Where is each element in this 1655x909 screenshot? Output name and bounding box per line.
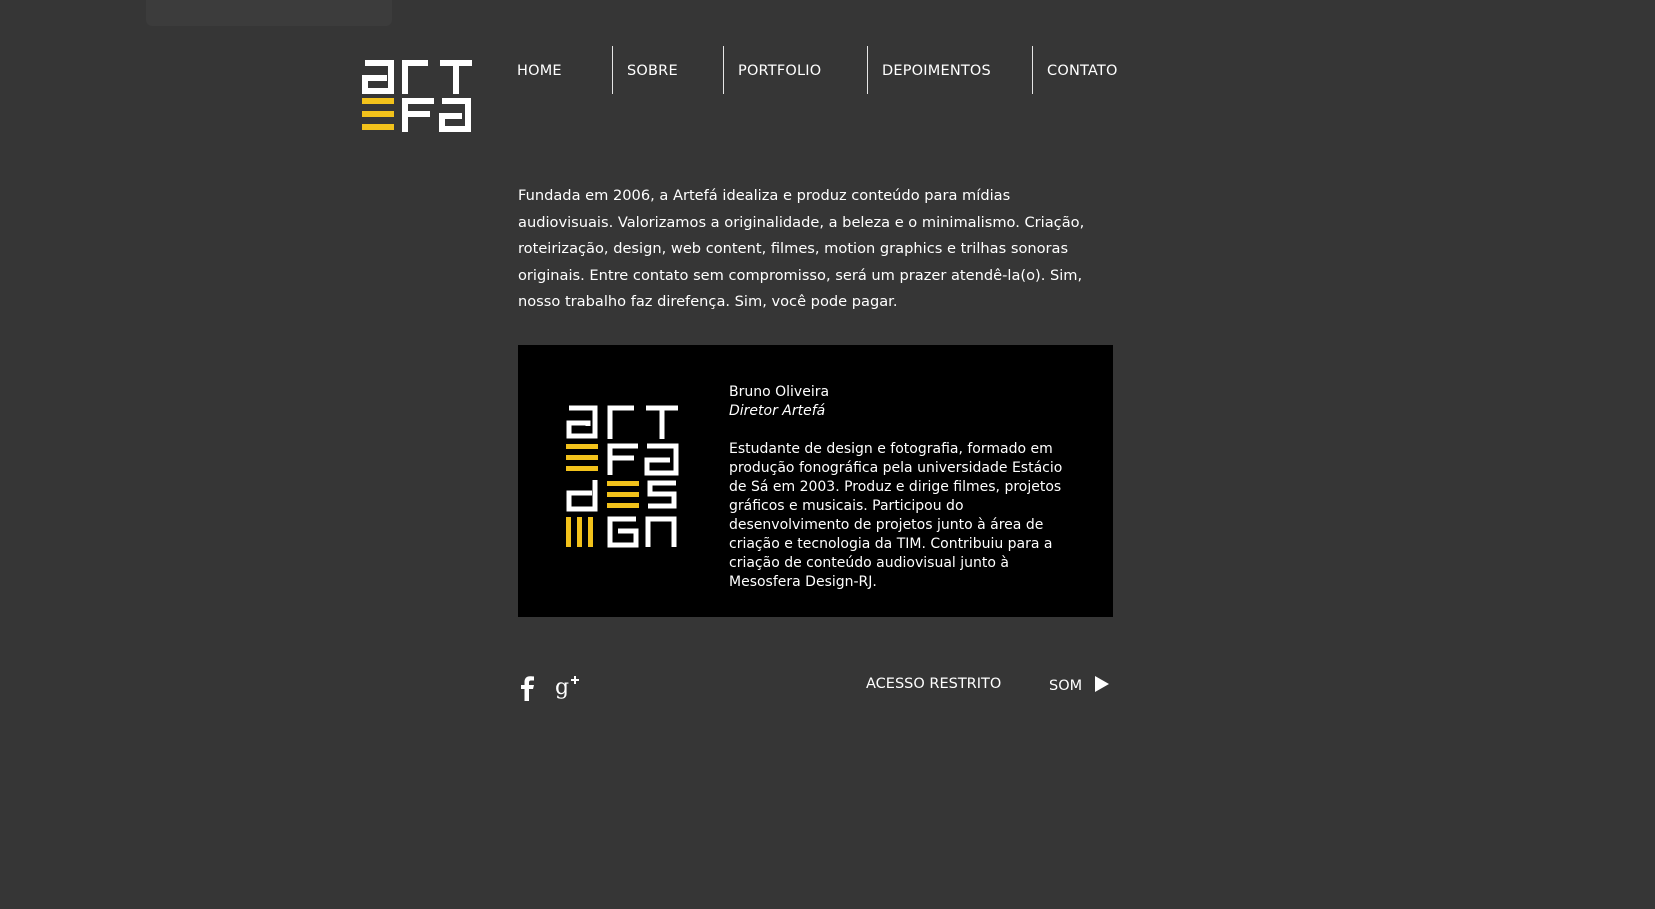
- profile-role: Diretor Artefá: [729, 403, 826, 419]
- intro-paragraph: Fundada em 2006, a Artefá idealiza e pro…: [518, 187, 1085, 311]
- nav-depoimentos[interactable]: DEPOIMENTOS: [868, 46, 1032, 94]
- nav-sobre[interactable]: SOBRE: [613, 46, 723, 94]
- profile-card: Bruno Oliveira Diretor Artefá Estudante …: [518, 345, 1113, 617]
- profile-bio: Estudante de design e fotografia, formad…: [729, 441, 1063, 590]
- profile-name: Bruno Oliveira: [729, 384, 830, 400]
- nav-home[interactable]: HOME: [517, 46, 612, 94]
- main-nav: HOME SOBRE PORTFOLIO DEPOIMENTOS CONTATO: [517, 46, 1129, 94]
- restricted-access-link[interactable]: ACESSO RESTRITO: [866, 676, 1001, 692]
- artefa-design-logo: [566, 405, 679, 548]
- google-plus-icon[interactable]: g: [554, 674, 580, 702]
- sound-toggle[interactable]: SOM: [1049, 674, 1110, 694]
- artefa-logo[interactable]: [362, 60, 474, 132]
- profile-text: Bruno Oliveira Diretor Artefá Estudante …: [729, 383, 1079, 592]
- nav-contato[interactable]: CONTATO: [1033, 46, 1129, 94]
- nav-portfolio[interactable]: PORTFOLIO: [724, 46, 867, 94]
- facebook-icon[interactable]: [516, 674, 538, 702]
- svg-text:g: g: [555, 675, 569, 700]
- social-links: g: [516, 674, 580, 702]
- top-ghost-bar: [146, 0, 392, 26]
- sound-label: SOM: [1049, 678, 1083, 694]
- play-icon: [1095, 676, 1110, 692]
